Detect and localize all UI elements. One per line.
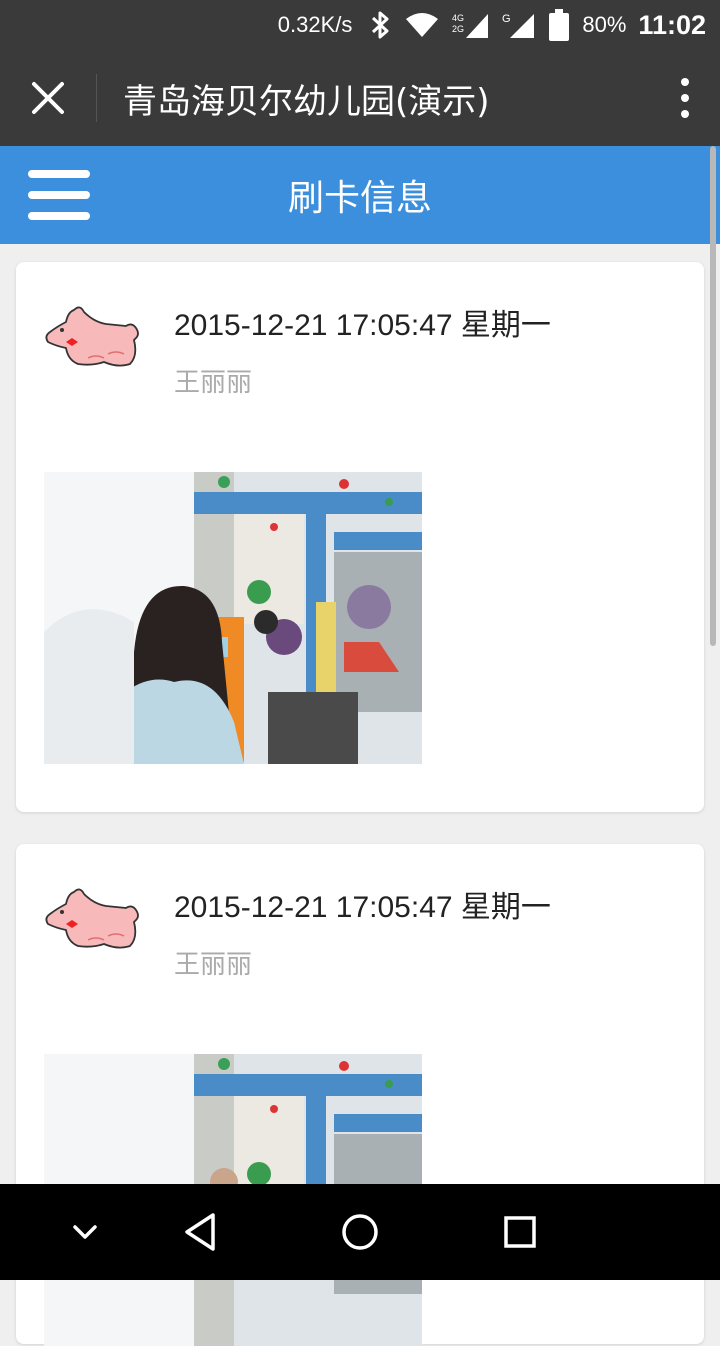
network-g-label: G xyxy=(502,13,511,25)
record-card[interactable]: 2015-12-21 17:05:47 星期一 王丽丽 xyxy=(16,262,704,812)
record-student-name: 王丽丽 xyxy=(174,368,253,398)
app-header: 刷卡信息 xyxy=(0,146,720,244)
hamburger-menu-icon xyxy=(28,170,90,178)
battery-percent: 80% xyxy=(582,12,627,37)
home-circle-icon xyxy=(342,1214,378,1250)
pink-dog-icon xyxy=(44,882,144,962)
record-student-name: 王丽丽 xyxy=(174,950,253,980)
chevron-down-icon xyxy=(73,1225,97,1239)
pink-dog-icon xyxy=(44,300,144,380)
more-vertical-icon xyxy=(681,78,689,86)
recents-button[interactable] xyxy=(480,1184,560,1280)
network-speed: 0.32K/s xyxy=(277,12,353,37)
close-button[interactable] xyxy=(0,50,96,146)
signal-g-icon: G xyxy=(502,10,536,40)
home-button[interactable] xyxy=(320,1184,400,1280)
scrollbar[interactable] xyxy=(710,146,716,646)
wifi-icon xyxy=(404,11,440,39)
bluetooth-icon xyxy=(368,10,392,40)
network-4g-label: 4G xyxy=(452,13,464,23)
signal-4g-icon: 4G 2G xyxy=(452,10,490,40)
record-datetime: 2015-12-21 17:05:47 星期一 xyxy=(174,309,551,342)
navigation-bar xyxy=(0,1184,720,1280)
back-triangle-icon xyxy=(185,1213,215,1251)
title-bar: 青岛海贝尔幼儿园(演示) xyxy=(0,50,720,146)
clock: 11:02 xyxy=(638,9,706,40)
battery-icon xyxy=(548,9,570,41)
swipe-photo[interactable] xyxy=(44,472,422,764)
network-2g-label: 2G xyxy=(452,24,464,34)
status-bar: 0.32K/s 4G 2G G 80% 11:02 xyxy=(0,0,720,50)
record-datetime: 2015-12-21 17:05:47 星期一 xyxy=(174,891,551,924)
hamburger-menu-button[interactable] xyxy=(28,170,90,220)
close-icon xyxy=(32,82,64,114)
recents-square-icon xyxy=(504,1216,536,1248)
window-title: 青岛海贝尔幼儿园(演示) xyxy=(123,81,490,122)
back-button[interactable] xyxy=(160,1184,240,1280)
page-title: 刷卡信息 xyxy=(287,178,432,219)
hide-keyboard-button[interactable] xyxy=(50,1184,120,1280)
more-options-button[interactable] xyxy=(650,50,720,146)
